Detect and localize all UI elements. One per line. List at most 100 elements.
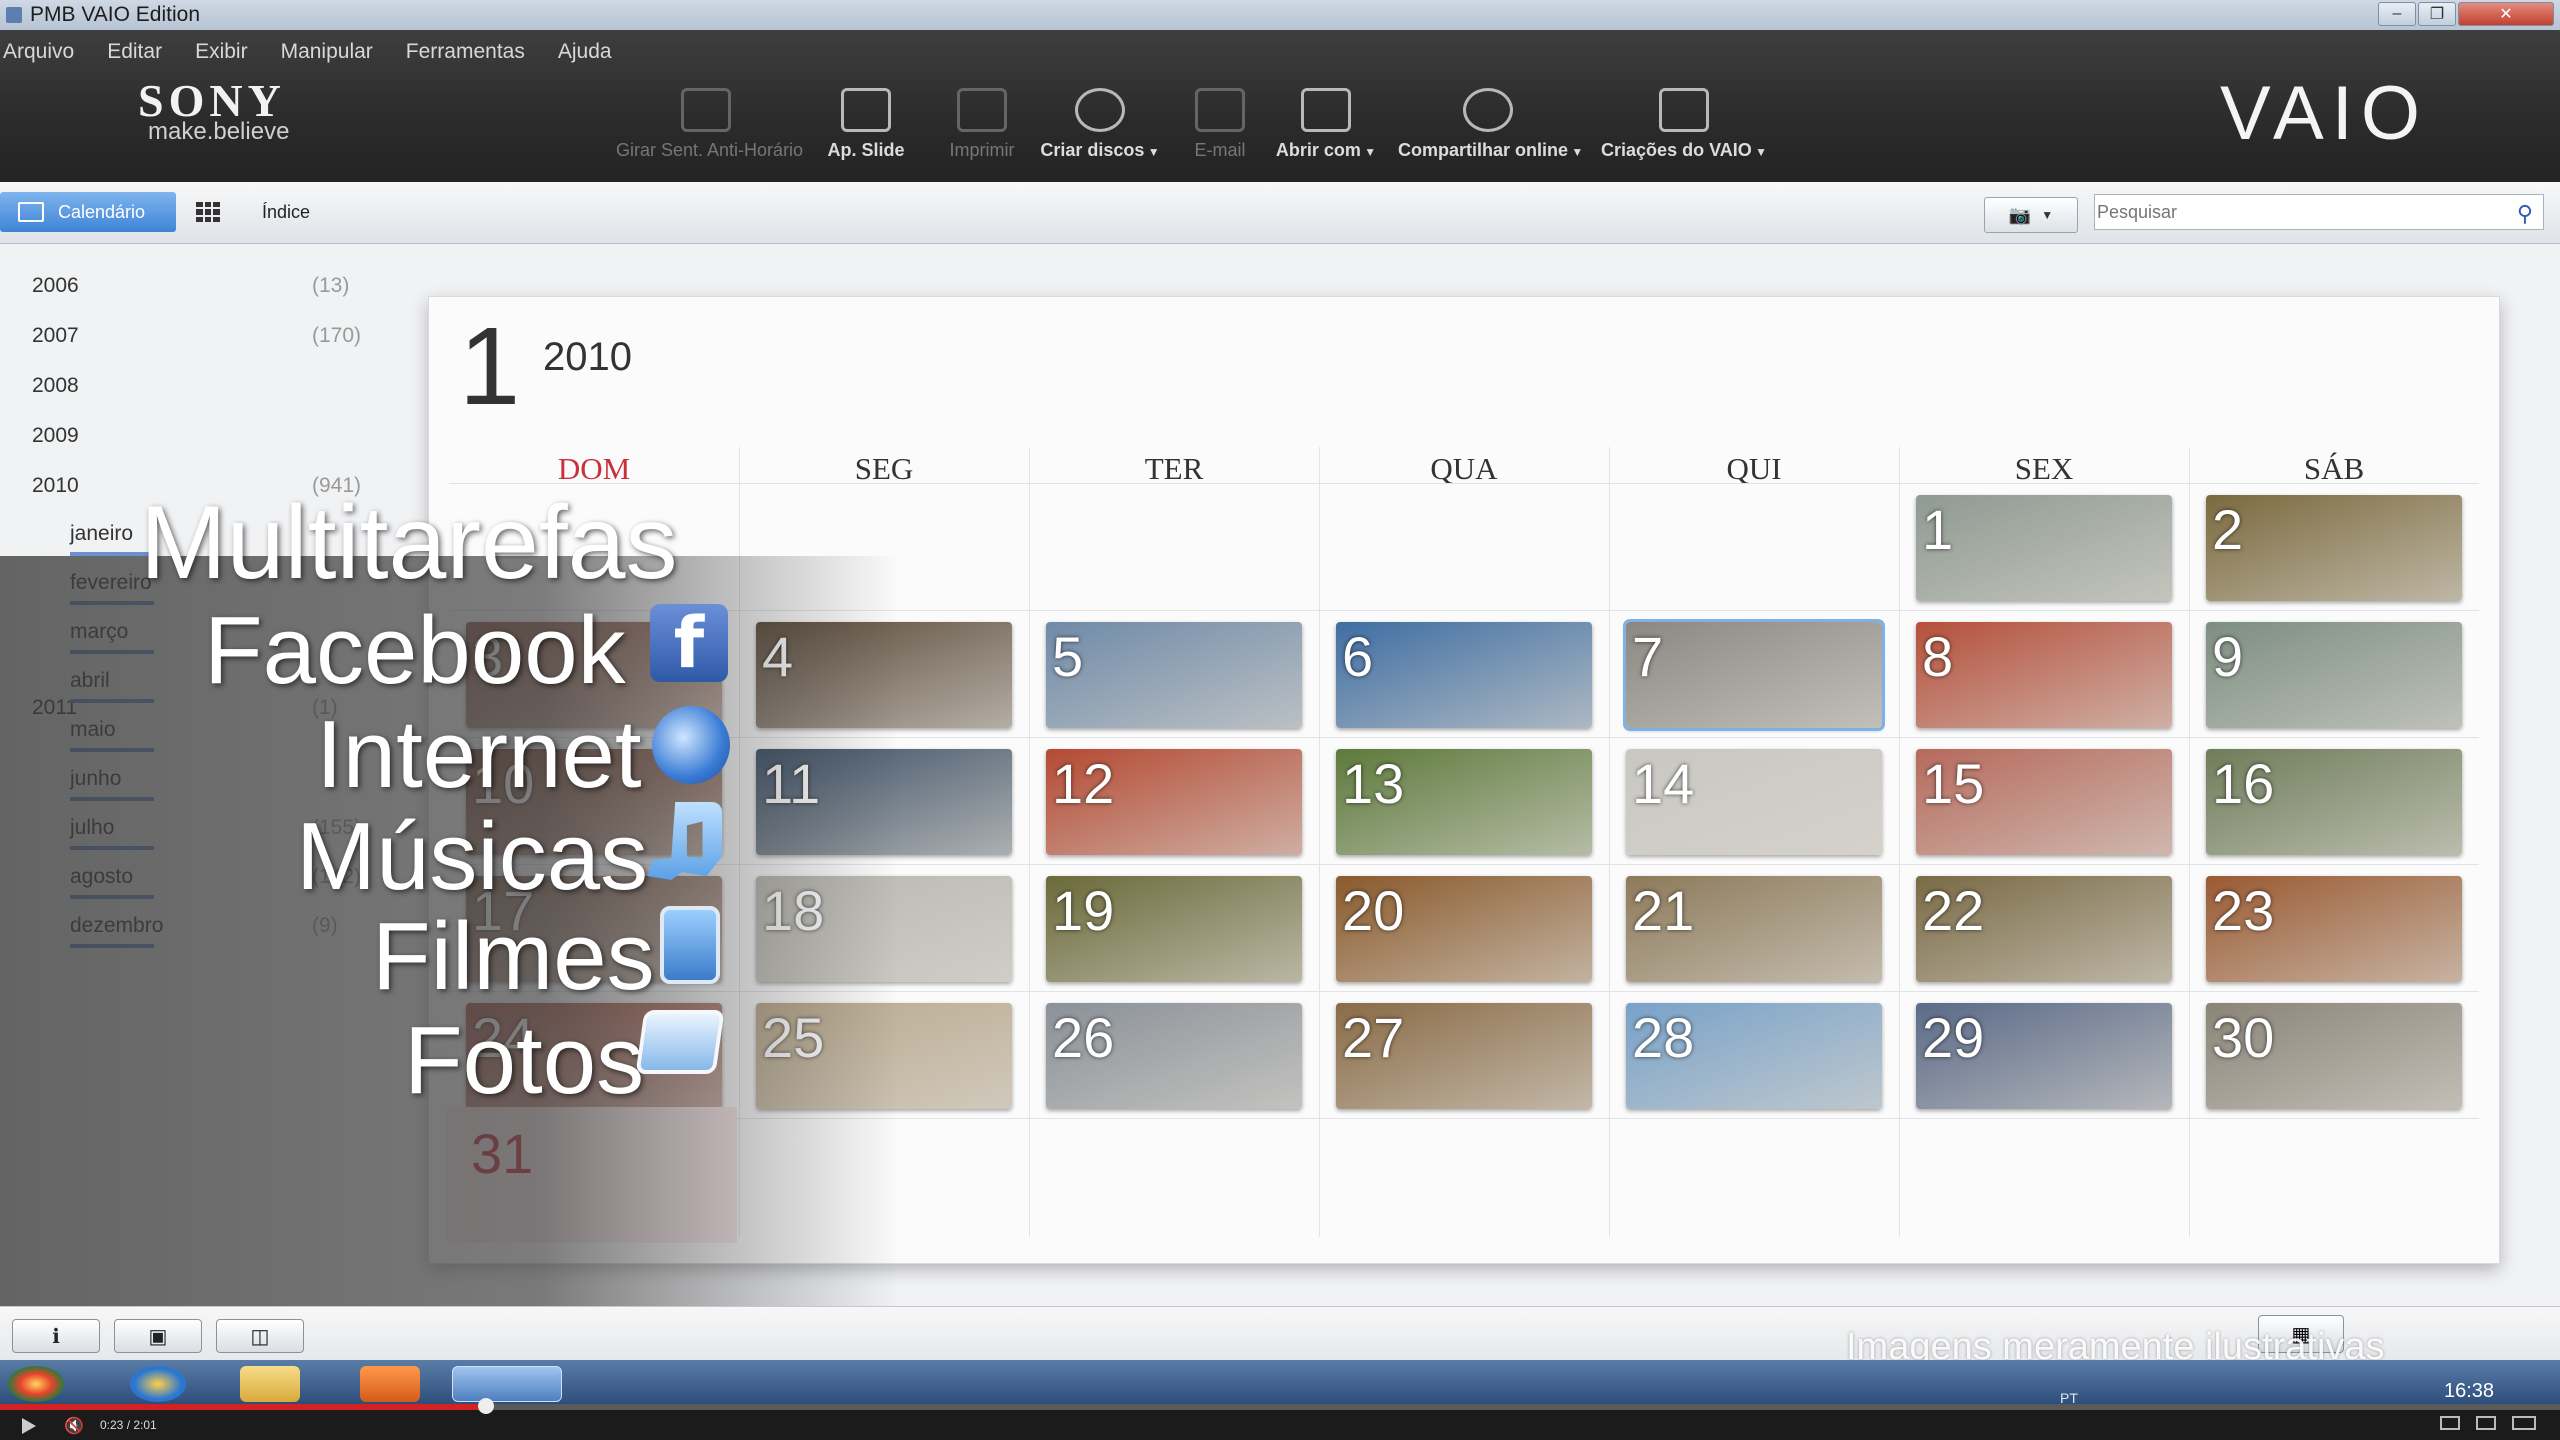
video-player-controls: 🔇 0:23 / 2:01	[0, 1398, 2560, 1440]
year-label: 2007	[32, 324, 79, 347]
day-number: 8	[1922, 625, 1954, 688]
settings-icon[interactable]	[2440, 1416, 2460, 1430]
day-number: 23	[2212, 879, 2275, 942]
menu-item-0[interactable]: Arquivo	[3, 40, 74, 64]
toolbar-button-7[interactable]: Criações do VAIO ▼	[1594, 88, 1774, 161]
day-photo-cell[interactable]: 7	[1623, 619, 1885, 731]
day-number: 12	[1052, 752, 1115, 815]
search-icon[interactable]: ⚲	[2517, 201, 2533, 227]
year-label: 2008	[32, 374, 79, 397]
internet-globe-icon	[652, 706, 730, 784]
day-photo-cell[interactable]: 22	[1916, 876, 2172, 982]
day-photo-cell[interactable]: 23	[2206, 876, 2462, 982]
day-photo-cell[interactable]: 19	[1046, 876, 1302, 982]
progress-fill	[0, 1404, 487, 1410]
day-photo-cell[interactable]: 16	[2206, 749, 2462, 855]
theater-mode-icon[interactable]	[2476, 1416, 2496, 1430]
day-photo-cell[interactable]: 29	[1916, 1003, 2172, 1109]
day-photo-cell[interactable]: 2	[2206, 495, 2462, 601]
grid-view-icon[interactable]	[196, 202, 220, 222]
menu-bar: Arquivo Editar Exibir Manipular Ferramentas A…	[0, 40, 642, 64]
title-bar: PMB VAIO Edition – ❐ ✕	[0, 0, 2560, 30]
facebook-icon: f	[650, 602, 728, 684]
day-photo-cell[interactable]: 15	[1916, 749, 2172, 855]
day-photo-cell[interactable]: 6	[1336, 622, 1592, 728]
portrait-view-button[interactable]: ▣	[114, 1319, 202, 1353]
pmb-taskbar-icon[interactable]	[452, 1366, 562, 1402]
sidebar-year-2008[interactable]: 2008	[32, 374, 79, 398]
toolbar-button-5[interactable]: Abrir com ▼	[1236, 88, 1416, 161]
promo-overlay: Multitarefas Facebook f Internet Músicas…	[0, 485, 900, 1308]
close-button[interactable]: ✕	[2458, 2, 2554, 26]
day-photo-cell[interactable]: 5	[1046, 622, 1302, 728]
tab-calendar-label: Calendário	[58, 201, 146, 222]
day-number: 15	[1922, 752, 1985, 815]
chevron-down-icon: ▼	[1568, 145, 1584, 159]
search-input[interactable]	[2097, 201, 2497, 223]
day-number: 22	[1922, 879, 1985, 942]
toolbar-label: Imprimir	[949, 140, 1015, 160]
day-photo-cell[interactable]: 14	[1626, 749, 1882, 855]
weekday-header: SÁB	[2303, 451, 2365, 486]
grid-divider	[449, 483, 2479, 484]
sidebar-year-2010[interactable]: 2010 (941)	[32, 474, 361, 498]
search-box: ⚲	[2094, 194, 2544, 230]
menu-item-4[interactable]: Ferramentas	[406, 40, 525, 64]
overlay-title: Multitarefas	[140, 485, 678, 601]
maximize-button[interactable]: ❐	[2418, 2, 2456, 26]
fullscreen-icon[interactable]	[2512, 1416, 2536, 1430]
day-number: 21	[1632, 879, 1695, 942]
menu-item-2[interactable]: Exibir	[195, 40, 248, 64]
day-photo-cell[interactable]: 21	[1626, 876, 1882, 982]
minimize-button[interactable]: –	[2378, 2, 2416, 26]
compare-view-button[interactable]: ◫	[216, 1319, 304, 1353]
menu-item-1[interactable]: Editar	[107, 40, 162, 64]
day-photo-cell[interactable]: 1	[1916, 495, 2172, 601]
day-number: 1	[1922, 498, 1954, 561]
camera-icon: 📷	[2008, 204, 2032, 225]
sidebar-year-2006[interactable]: 2006 (13)	[32, 274, 349, 298]
day-photo-cell[interactable]: 26	[1046, 1003, 1302, 1109]
calendar-icon	[18, 202, 44, 222]
volume-icon[interactable]: 🔇	[64, 1416, 84, 1436]
sidebar-year-2007[interactable]: 2007 (170)	[32, 324, 361, 348]
overlay-item-music: Músicas	[296, 803, 649, 910]
tab-calendar[interactable]: Calendário	[0, 192, 176, 232]
day-number: 19	[1052, 879, 1115, 942]
weekday-header: SEX	[2014, 451, 2074, 486]
browser-icon[interactable]	[130, 1366, 186, 1402]
day-number: 28	[1632, 1006, 1695, 1069]
sidebar-year-2009[interactable]: 2009	[32, 424, 79, 448]
start-button-icon[interactable]	[8, 1366, 64, 1402]
day-photo-cell[interactable]: 28	[1626, 1003, 1882, 1109]
day-photo-cell[interactable]: 9	[2206, 622, 2462, 728]
day-number: 16	[2212, 752, 2275, 815]
music-note-icon	[647, 802, 722, 880]
info-button[interactable]: ℹ	[12, 1319, 100, 1353]
window-title: PMB VAIO Edition	[30, 3, 201, 26]
tab-index[interactable]: Índice	[262, 202, 310, 223]
month-number: 1	[459, 305, 521, 428]
day-photo-cell[interactable]: 13	[1336, 749, 1592, 855]
disc-icon	[1075, 88, 1125, 132]
toolbar-button-6[interactable]: Compartilhar online ▼	[1398, 88, 1583, 161]
weekday-header: DOM	[557, 451, 631, 486]
day-photo-cell[interactable]: 30	[2206, 1003, 2462, 1109]
menu-item-5[interactable]: Ajuda	[558, 40, 612, 64]
play-icon[interactable]	[22, 1418, 36, 1434]
day-photo-cell[interactable]: 20	[1336, 876, 1592, 982]
day-number: 7	[1632, 625, 1664, 688]
menu-item-3[interactable]: Manipular	[281, 40, 373, 64]
year-label: 2009	[32, 424, 79, 447]
progress-track[interactable]	[0, 1398, 2560, 1414]
toolbar-button-0[interactable]: Girar Sent. Anti-Horário	[616, 88, 803, 161]
folder-icon[interactable]	[240, 1366, 300, 1402]
progress-handle[interactable]	[478, 1398, 495, 1414]
day-number: 2	[2212, 498, 2244, 561]
media-player-icon[interactable]	[360, 1366, 420, 1402]
day-photo-cell[interactable]: 8	[1916, 622, 2172, 728]
sidebar-month-janeiro[interactable]: janeiro	[70, 522, 154, 556]
day-photo-cell[interactable]: 27	[1336, 1003, 1592, 1109]
day-photo-cell[interactable]: 12	[1046, 749, 1302, 855]
camera-filter-button[interactable]: 📷 ▼	[1984, 197, 2078, 233]
